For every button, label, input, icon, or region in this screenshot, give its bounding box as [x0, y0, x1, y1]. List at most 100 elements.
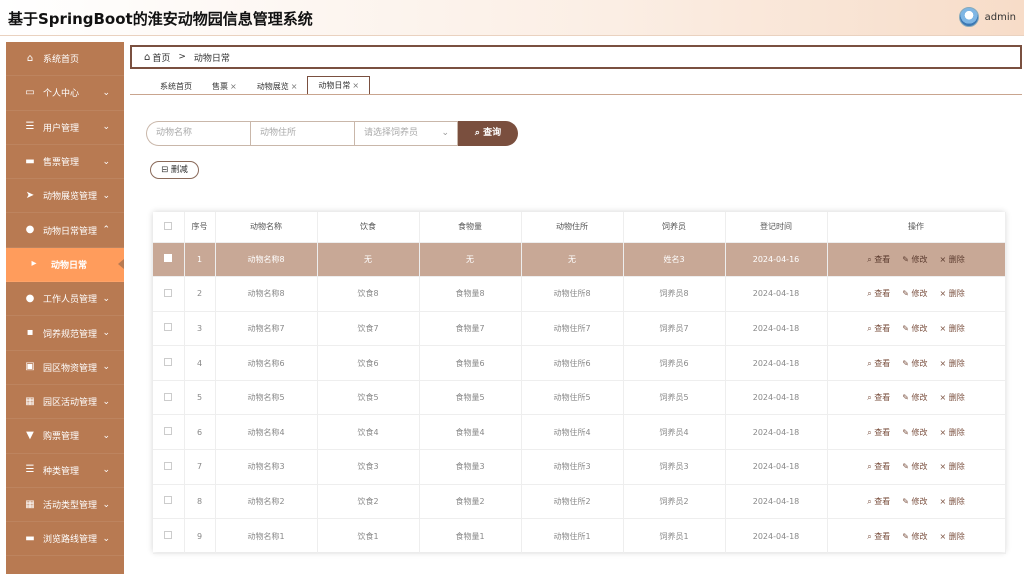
delete-button[interactable]: × 删除 [940, 496, 965, 507]
row-checkbox[interactable] [164, 323, 173, 332]
sidebar-item[interactable]: ▬ 浏览路线管理 ⌄ [6, 522, 124, 557]
view-label: 查看 [874, 496, 891, 506]
table-row[interactable]: 2 动物名称8 饮食8 食物量8 动物住所8 饲养员8 2024-04-18 ⌕ 查看 ✎ 修改… [153, 276, 1006, 312]
table-row[interactable]: 9 动物名称1 饮食1 食物量1 动物住所1 饲养员1 2024-04-18 ⌕ 查看 ✎ 修改… [153, 518, 1006, 554]
select-all-checkbox[interactable] [164, 221, 173, 230]
username[interactable]: admin [985, 12, 1016, 23]
edit-button[interactable]: ✎ 修改 [902, 323, 927, 334]
breadcrumb-home[interactable]: 首页 [152, 51, 170, 64]
sidebar-item[interactable]: ▭ 个人中心 ⌄ [6, 76, 124, 111]
edit-button[interactable]: ✎ 修改 [902, 254, 927, 265]
row-select-cell[interactable] [153, 414, 185, 451]
view-button[interactable]: ⌕ 查看 [867, 496, 890, 507]
keeper-select[interactable]: 请选择饲养员 ⌄ [354, 121, 458, 146]
user-menu[interactable]: admin [958, 7, 1016, 27]
row-checkbox[interactable] [164, 288, 173, 297]
sidebar-item[interactable]: ▪ 饲养规范管理 ⌄ [6, 316, 124, 351]
close-icon[interactable]: × [230, 82, 237, 91]
row-actions: ⌕ 查看 ✎ 修改 × 删除 [827, 276, 1006, 312]
sidebar-item[interactable]: ▼ 购票管理 ⌄ [6, 419, 124, 454]
table-row[interactable]: 6 动物名称4 饮食4 食物量4 动物住所4 饲养员4 2024-04-18 ⌕ 查看 ✎ 修改… [153, 414, 1006, 451]
edit-button[interactable]: ✎ 修改 [902, 461, 927, 472]
sidebar-item[interactable]: ☰ 种类管理 ⌄ [6, 454, 124, 488]
view-button[interactable]: ⌕ 查看 [867, 427, 890, 438]
tab[interactable]: 动物展览 × [247, 78, 308, 95]
chevron-icon: ⌄ [102, 190, 110, 201]
close-icon[interactable]: × [352, 81, 359, 90]
row-checkbox[interactable] [164, 254, 173, 263]
delete-button[interactable]: × 删除 [940, 392, 965, 403]
view-button[interactable]: ⌕ 查看 [867, 531, 890, 542]
view-button[interactable]: ⌕ 查看 [867, 323, 890, 334]
close-icon: × [939, 462, 949, 472]
edit-button[interactable]: ✎ 修改 [902, 288, 927, 299]
delete-button[interactable]: × 删除 [940, 427, 965, 438]
delete-button[interactable]: × 删除 [940, 358, 965, 369]
row-select-cell[interactable] [153, 276, 185, 312]
row-select-cell[interactable] [153, 484, 185, 520]
animal-name-input[interactable]: 动物名称 [146, 121, 250, 146]
tab[interactable]: 动物日常 × [307, 76, 371, 95]
edit-button[interactable]: ✎ 修改 [902, 531, 927, 542]
delete-button[interactable]: × 删除 [940, 461, 965, 472]
table-row[interactable]: 1 动物名称8 无无无姓名3 2024-04-16 ⌕ 查看 ✎ 修改 × 删除 [153, 242, 1006, 278]
close-icon: × [939, 427, 949, 437]
sidebar: ⌂ 系统首页 ▭ 个人中心 ⌄ ☰ 用户管理 ⌄ ▬ 售票管理 ⌄ ➤ 动物展览管理 ⌄ ● 动物日常管理 ⌃ ▸… [6, 42, 124, 574]
tab[interactable]: 售票 × [202, 78, 247, 95]
table-row[interactable]: 5 动物名称5 饮食5 食物量5 动物住所5 饲养员5 2024-04-18 ⌕ 查看 ✎ 修改… [153, 380, 1006, 416]
search-button[interactable]: ⌕ 查询 [458, 121, 518, 146]
row-checkbox[interactable] [164, 531, 173, 540]
sidebar-item[interactable]: ⌂ 系统首页 [6, 42, 124, 77]
row-checkbox[interactable] [164, 496, 173, 505]
route-icon: ▬ [25, 532, 35, 544]
table-row[interactable]: 4 动物名称6 饮食6 食物量6 动物住所6 饲养员6 2024-04-18 ⌕ 查看 ✎ 修改… [153, 345, 1006, 381]
view-button[interactable]: ⌕ 查看 [867, 358, 890, 369]
sidebar-item[interactable]: ▸ 动物日常 [6, 247, 124, 283]
sidebar-item[interactable]: ➤ 动物展览管理 ⌄ [6, 179, 124, 214]
row-checkbox[interactable] [164, 427, 173, 436]
select-all-header[interactable] [153, 212, 185, 243]
row-select-cell[interactable] [153, 311, 185, 347]
sidebar-item[interactable]: ● 动物日常管理 ⌃ [6, 213, 124, 248]
delete-button[interactable]: × 删除 [940, 531, 965, 542]
table-cell: 无 [317, 242, 420, 278]
table-row[interactable]: 7 动物名称3 饮食3 食物量3 动物住所3 饲养员3 2024-04-18 ⌕ 查看 ✎ 修改… [153, 449, 1006, 485]
home-icon[interactable]: ⌂ [144, 52, 150, 63]
row-select-cell[interactable] [153, 380, 185, 416]
edit-button[interactable]: ✎ 修改 [902, 358, 927, 369]
chevron-icon: ⌄ [102, 499, 110, 510]
row-select-cell[interactable] [153, 518, 185, 554]
row-select-cell[interactable] [153, 449, 185, 485]
close-icon: × [939, 496, 949, 506]
close-icon[interactable]: × [291, 82, 298, 91]
row-checkbox[interactable] [164, 358, 173, 367]
table-row[interactable]: 3 动物名称7 饮食7 食物量7 动物住所7 饲养员7 2024-04-18 ⌕ 查看 ✎ 修改… [153, 311, 1006, 347]
view-button[interactable]: ⌕ 查看 [867, 288, 890, 299]
row-checkbox[interactable] [164, 392, 173, 401]
sidebar-item[interactable]: ▬ 售票管理 ⌄ [6, 145, 124, 180]
row-select-cell[interactable] [153, 345, 185, 381]
animal-home-input[interactable]: 动物住所 [250, 121, 354, 146]
view-label: 查看 [874, 393, 891, 403]
delete-button[interactable]: × 删除 [940, 288, 965, 299]
row-select-cell[interactable] [153, 242, 185, 278]
edit-button[interactable]: ✎ 修改 [902, 427, 927, 438]
edit-button[interactable]: ✎ 修改 [902, 496, 927, 507]
delete-button[interactable]: × 删除 [940, 254, 965, 265]
table-row[interactable]: 8 动物名称2 饮食2 食物量2 动物住所2 饲养员2 2024-04-18 ⌕ 查看 ✎ 修改… [153, 484, 1006, 520]
cart-icon: ▼ [26, 429, 34, 441]
edit-button[interactable]: ✎ 修改 [902, 392, 927, 403]
sidebar-item[interactable]: ▦ 活动类型管理 ⌄ [6, 488, 124, 523]
avatar[interactable] [958, 7, 979, 27]
sidebar-item[interactable]: ▦ 园区活动管理 ⌄ [6, 385, 124, 420]
view-button[interactable]: ⌕ 查看 [867, 461, 890, 472]
tab[interactable]: 系统首页 [150, 78, 202, 95]
bulk-delete-button[interactable]: ⊟ 删减 [150, 161, 199, 179]
sidebar-item[interactable]: ☰ 用户管理 ⌄ [6, 111, 124, 145]
sidebar-item[interactable]: ▣ 园区物资管理 ⌄ [6, 351, 124, 385]
row-checkbox[interactable] [164, 461, 173, 470]
view-button[interactable]: ⌕ 查看 [867, 392, 890, 403]
view-button[interactable]: ⌕ 查看 [867, 254, 890, 265]
delete-button[interactable]: × 删除 [940, 323, 965, 334]
sidebar-item[interactable]: ● 工作人员管理 ⌄ [6, 282, 124, 317]
